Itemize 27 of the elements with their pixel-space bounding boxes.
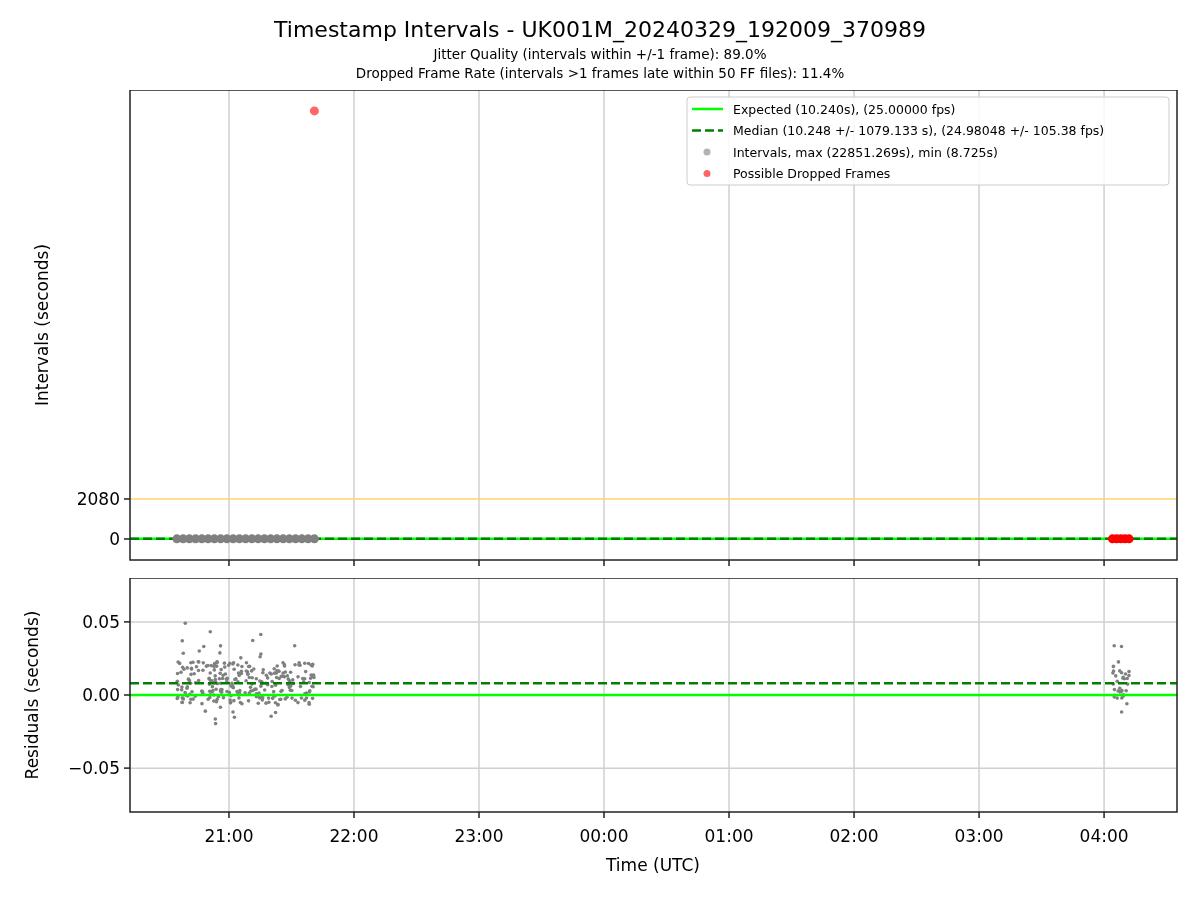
- x-tick-label: 00:00: [579, 826, 629, 846]
- y-tick-label: 0: [109, 529, 120, 549]
- data-point: [309, 106, 319, 116]
- y-tick-label: −0.05: [67, 758, 120, 779]
- legend-label: Possible Dropped Frames: [733, 166, 891, 181]
- y-tick-label: 2080: [76, 489, 120, 509]
- x-tick-label: 21:00: [204, 826, 254, 846]
- x-tick-label: 01:00: [704, 826, 754, 846]
- y-axis-label: Intervals (seconds): [32, 243, 52, 407]
- x-tick-label: 04:00: [1079, 826, 1129, 846]
- residual-scatter-drawing: [1111, 643, 1131, 714]
- data-point: [1124, 534, 1134, 544]
- y-tick-label: 0.05: [82, 611, 120, 632]
- x-axis-label: Time (UTC): [606, 855, 700, 875]
- data-point: [309, 534, 319, 544]
- x-tick-label: 02:00: [829, 826, 879, 846]
- y-axis-label: Residuals (seconds): [22, 610, 42, 780]
- y-tick-label: 0.00: [82, 685, 120, 705]
- legend-label: Intervals, max (22851.269s), min (8.725s): [733, 144, 998, 160]
- legend-label: Median (10.248 +/- 1079.133 s), (24.98048 +/- 105.38 fps): [733, 123, 1105, 138]
- x-tick-label: 03:00: [954, 826, 1004, 846]
- legend-label: Expected (10.240s), (25.00000 fps): [733, 101, 956, 117]
- x-tick-label: 23:00: [454, 826, 504, 846]
- x-tick-label: 22:00: [329, 826, 379, 846]
- chart-subtitle: Dropped Frame Rate (intervals >1 frames late within 50 FF files): 11.4%: [355, 64, 845, 82]
- chart-subtitle: Jitter Quality (intervals within +/-1 frame): 89.0%: [433, 45, 767, 64]
- chart-title: Timestamp Intervals - UK001M_20240329_192009_370989: [274, 16, 926, 44]
